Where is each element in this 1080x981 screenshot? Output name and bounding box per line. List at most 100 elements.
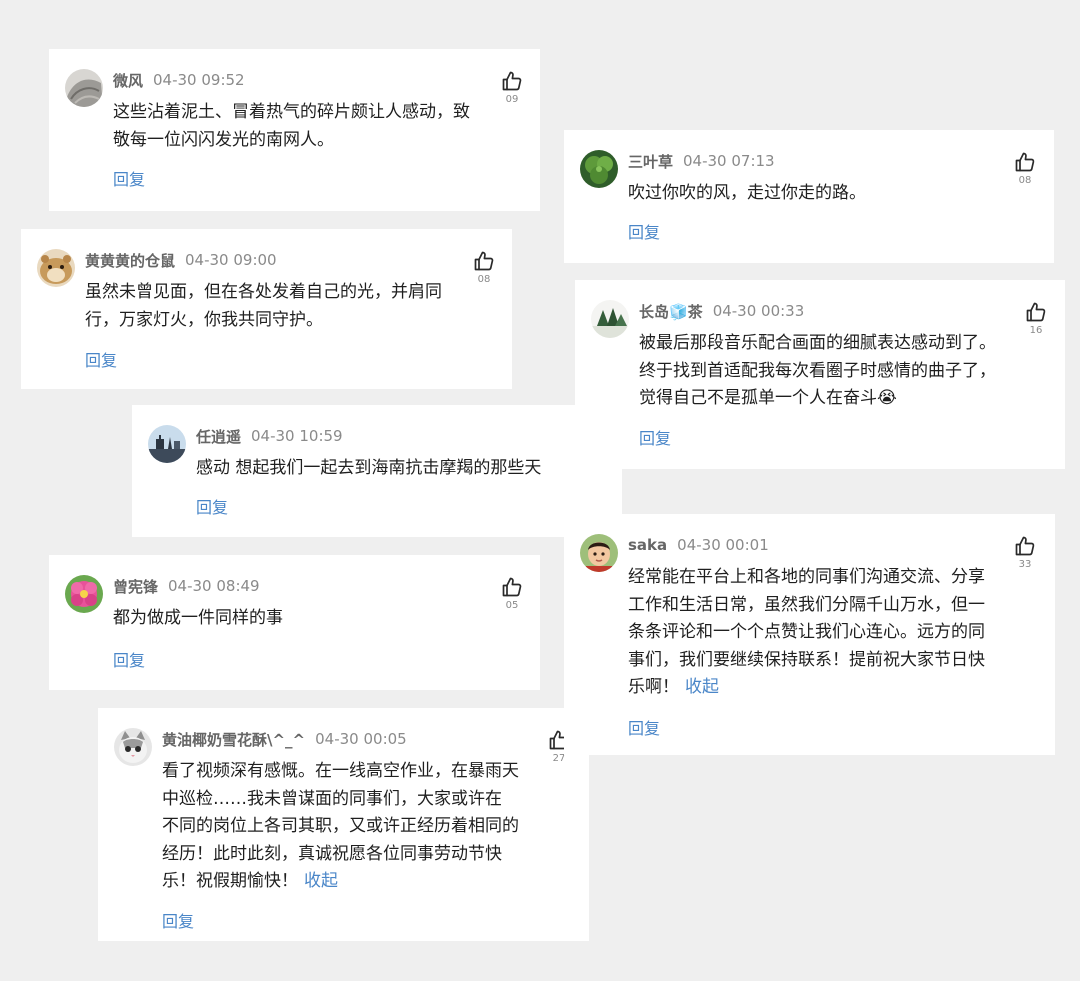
username[interactable]: 微风 (113, 70, 143, 91)
comment-line-text: 这些沾着泥土、冒着热气的碎片颇让人感动，致 (113, 102, 470, 122)
comment-line-text: 觉得自己不是孤单一个人在奋斗😭 (639, 388, 897, 408)
comment-text-line: 敬每一位闪闪发光的南网人。 (113, 127, 470, 155)
like-count: 09 (505, 94, 519, 105)
trees-avatar[interactable] (591, 300, 629, 338)
landscape-avatar[interactable] (148, 425, 186, 463)
reply-button[interactable]: 回复 (628, 219, 660, 243)
comment-line-text: 经历！此时此刻，真诚祝愿各位同事劳动节快 (162, 843, 502, 864)
reply-button[interactable]: 回复 (113, 166, 145, 190)
flower-avatar[interactable] (65, 575, 103, 613)
comment-line-text: 乐！祝假期愉快！ (162, 871, 298, 891)
like-count: 08 (1018, 175, 1032, 186)
comment-text-line: 看了视频深有感慨。在一线高空作业，在暴雨天 (162, 758, 519, 786)
comment-text-line: 经常能在平台上和各地的同事们沟通交流、分享 (628, 564, 985, 592)
reply-button[interactable]: 回复 (196, 494, 228, 518)
timestamp: 04-30 00:05 (315, 730, 407, 748)
comment-line-text: 吹过你吹的风，走过你走的路。 (628, 183, 866, 203)
comment-card: 黄油椰奶雪花酥\^_^ 04-30 00:05 看了视频深有感慨。在一线高空作业，在… (98, 708, 589, 941)
username[interactable]: 黄油椰奶雪花酥\^_^ (162, 729, 305, 750)
comment-text-line: 这些沾着泥土、冒着热气的碎片颇让人感动，致 (113, 99, 470, 127)
comment-text-line: 不同的岗位上各司其职，又或许正经历着相同的 (162, 813, 519, 841)
username[interactable]: 三叶草 (628, 151, 673, 172)
comment-card: 微风 04-30 09:52 这些沾着泥土、冒着热气的碎片颇让人感动，致 敬每一位闪闪… (49, 49, 540, 211)
comment-line-text: 看了视频深有感慨。在一线高空作业，在暴雨天 (162, 761, 519, 781)
collapse-link[interactable]: 收起 (685, 677, 719, 697)
comment-meta: saka 04-30 00:01 (628, 534, 769, 556)
reply-button[interactable]: 回复 (113, 647, 145, 671)
timestamp: 04-30 09:52 (153, 71, 245, 89)
comment-text-line: 虽然未曾见面，但在各处发着自己的光，并肩同 (85, 279, 442, 307)
comment-line-text: 敬每一位闪闪发光的南网人。 (113, 129, 334, 150)
reply-button[interactable]: 回复 (639, 425, 671, 449)
like-count: 33 (1018, 559, 1032, 570)
comment-meta: 黄黄黄的仓鼠 04-30 09:00 (85, 249, 277, 271)
comment-line-text: 感动 想起我们一起去到海南抗击摩羯的那些天 (196, 458, 542, 478)
like-button[interactable]: 09 (499, 69, 525, 105)
timestamp: 04-30 00:33 (712, 302, 805, 320)
comment-text: 被最后那段音乐配合画面的细腻表达感动到了。 终于找到首适配我每次看圈子时感情的曲子… (639, 330, 996, 413)
clover-avatar[interactable] (580, 150, 618, 188)
comment-line-text: 乐啊！ (628, 677, 679, 697)
thumbs-up-icon (1012, 534, 1038, 558)
comment-line-text: 工作和生活日常，虽然我们分隔千山万水，但一 (628, 594, 985, 615)
like-button[interactable]: 33 (1012, 534, 1038, 570)
child-avatar[interactable] (580, 534, 618, 572)
timestamp: 04-30 07:13 (683, 152, 775, 170)
comment-card: 黄黄黄的仓鼠 04-30 09:00 虽然未曾见面，但在各处发着自己的光，并肩同 行，… (21, 229, 512, 389)
cat-avatar[interactable] (114, 728, 152, 766)
comment-meta: 曾宪锋 04-30 08:49 (113, 575, 260, 597)
comment-text-line: 乐！祝假期愉快！ 收起 (162, 868, 519, 896)
comment-text-line: 觉得自己不是孤单一个人在奋斗😭 (639, 385, 996, 413)
comment-line-text: 行，万家灯火，你我共同守护。 (85, 309, 323, 330)
comment-text-line: 都为做成一件同样的事 (113, 605, 283, 633)
username[interactable]: 曾宪锋 (113, 576, 158, 597)
reply-button[interactable]: 回复 (162, 908, 194, 932)
comment-line-text: 不同的岗位上各司其职，又或许正经历着相同的 (162, 816, 519, 836)
thumbs-up-icon (1012, 150, 1038, 174)
collapse-link[interactable]: 收起 (304, 871, 338, 891)
comment-line-text: 经常能在平台上和各地的同事们沟通交流、分享 (628, 567, 985, 587)
comment-line-text: 终于找到首适配我每次看圈子时感情的曲子了， (639, 360, 996, 381)
comment-text-line: 感动 想起我们一起去到海南抗击摩羯的那些天 (196, 455, 541, 483)
reply-button[interactable]: 回复 (85, 347, 117, 371)
timestamp: 04-30 09:00 (185, 251, 277, 269)
hamster-avatar[interactable] (37, 249, 75, 287)
comment-card: 曾宪锋 04-30 08:49 都为做成一件同样的事回复 05 (49, 555, 540, 690)
username[interactable]: 黄黄黄的仓鼠 (85, 250, 175, 271)
like-button[interactable]: 08 (471, 249, 497, 285)
thumbs-up-icon (499, 575, 525, 599)
comment-line-text: 被最后那段音乐配合画面的细腻表达感动到了。 (639, 333, 996, 353)
comment-text-line: 终于找到首适配我每次看圈子时感情的曲子了， (639, 358, 996, 386)
username[interactable]: 长岛🧊茶 (639, 301, 703, 322)
thumbs-up-icon (471, 249, 497, 273)
like-count: 05 (505, 600, 519, 611)
comment-text: 吹过你吹的风，走过你走的路。 (628, 180, 866, 208)
like-count: 16 (1029, 325, 1043, 336)
comment-text-line: 经历！此时此刻，真诚祝愿各位同事劳动节快 (162, 841, 519, 869)
username[interactable]: saka (628, 536, 667, 554)
comment-line-text: 中巡检……我未曾谋面的同事们，大家或许在 (162, 788, 502, 809)
like-button[interactable]: 16 (1023, 300, 1049, 336)
comment-text: 这些沾着泥土、冒着热气的碎片颇让人感动，致 敬每一位闪闪发光的南网人。 (113, 99, 470, 154)
comment-card: saka 04-30 00:01 经常能在平台上和各地的同事们沟通交流、分享 工作和生… (564, 514, 1055, 755)
comment-line-text: 条条评论和一个个点赞让我们心连心。远方的同 (628, 622, 985, 642)
comment-text-line: 条条评论和一个个点赞让我们心连心。远方的同 (628, 619, 985, 647)
comment-meta: 微风 04-30 09:52 (113, 69, 245, 91)
like-button[interactable]: 05 (499, 575, 525, 611)
comment-text-line: 被最后那段音乐配合画面的细腻表达感动到了。 (639, 330, 996, 358)
timestamp: 04-30 10:59 (251, 427, 343, 445)
comment-meta: 黄油椰奶雪花酥\^_^ 04-30 00:05 (162, 728, 407, 750)
comment-text: 都为做成一件同样的事 (113, 605, 283, 633)
comment-text-line: 工作和生活日常，虽然我们分隔千山万水，但一 (628, 592, 985, 620)
timestamp: 04-30 08:49 (168, 577, 260, 595)
like-button[interactable]: 08 (1012, 150, 1038, 186)
comment-line-text: 虽然未曾见面，但在各处发着自己的光，并肩同 (85, 282, 442, 302)
reply-button[interactable]: 回复 (628, 715, 660, 739)
comment-text-line: 乐啊！ 收起 (628, 674, 985, 702)
like-count: 08 (477, 274, 491, 285)
comment-text-line: 中巡检……我未曾谋面的同事们，大家或许在 (162, 786, 519, 814)
username[interactable]: 任逍遥 (196, 426, 241, 447)
comment-card: 长岛🧊茶 04-30 00:33 被最后那段音乐配合画面的细腻表达感动到了。 终于找到… (575, 280, 1065, 469)
stone-avatar[interactable] (65, 69, 103, 107)
comment-line-text: 都为做成一件同样的事 (113, 608, 283, 628)
